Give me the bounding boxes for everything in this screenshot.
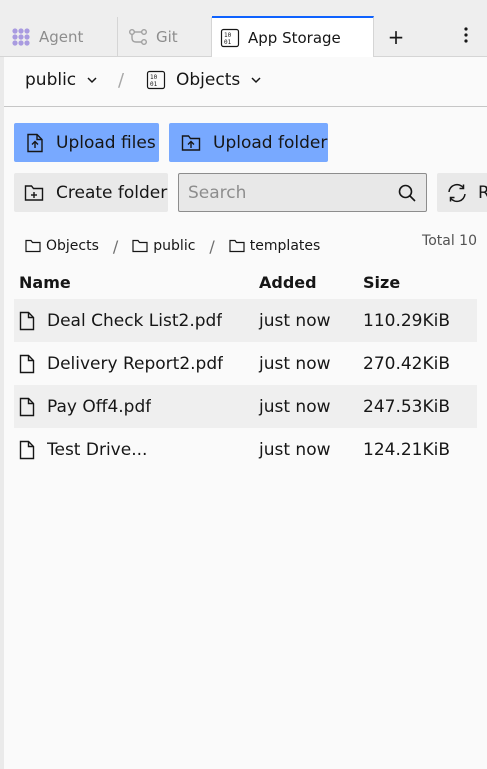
column-header-added[interactable]: Added bbox=[255, 273, 359, 292]
refresh-label: Refresh bbox=[478, 182, 487, 203]
file-name[interactable]: Delivery Report2.pdf bbox=[47, 354, 223, 374]
file-size: 110.29KiB bbox=[363, 310, 451, 331]
refresh-icon bbox=[446, 183, 468, 203]
document-icon bbox=[19, 397, 35, 417]
breadcrumb: Objects / public / templates bbox=[25, 236, 320, 256]
bucket-select-value: public bbox=[25, 70, 77, 90]
file-upload-icon bbox=[26, 133, 44, 153]
folder-icon bbox=[132, 239, 148, 253]
tab-bar: Agent Git 10 01 App Storage + bbox=[0, 0, 487, 57]
tab-agent[interactable]: Agent bbox=[0, 17, 118, 57]
table-row[interactable]: Delivery Report2.pdf just now 270.42KiB bbox=[14, 342, 477, 385]
breadcrumb-item-templates[interactable]: templates bbox=[229, 238, 321, 254]
header-separator: / bbox=[118, 70, 125, 91]
folder-icon bbox=[25, 239, 41, 253]
create-folder-label: Create folder bbox=[56, 182, 168, 203]
file-name[interactable]: Test Drive... bbox=[47, 440, 147, 460]
folder-upload-icon bbox=[181, 134, 201, 152]
upload-folder-button[interactable]: Upload folder bbox=[169, 123, 328, 162]
app-storage-panel: public / 10 01 Objects Upload files Uplo… bbox=[4, 57, 487, 769]
total-count: Total 10 bbox=[422, 233, 477, 249]
view-select-value: Objects bbox=[176, 70, 241, 90]
more-options-button[interactable] bbox=[448, 17, 484, 57]
breadcrumb-item-objects[interactable]: Objects bbox=[25, 238, 99, 254]
upload-files-button[interactable]: Upload files bbox=[14, 123, 159, 162]
breadcrumb-separator: / bbox=[209, 236, 215, 256]
breadcrumb-item-public[interactable]: public bbox=[132, 238, 195, 254]
table-row[interactable]: Test Drive... just now 124.21KiB bbox=[14, 428, 477, 471]
tab-git[interactable]: Git bbox=[118, 17, 212, 57]
file-name-cell: Delivery Report2.pdf bbox=[14, 354, 255, 374]
svg-text:01: 01 bbox=[150, 81, 158, 88]
breadcrumb-separator: / bbox=[112, 236, 119, 256]
refresh-button[interactable]: Refresh bbox=[437, 173, 487, 212]
table-row[interactable]: Pay Off4.pdf just now 247.53KiB bbox=[14, 385, 477, 428]
file-size: 124.21KiB bbox=[363, 439, 451, 460]
upload-files-label: Upload files bbox=[56, 132, 156, 153]
file-added: just now bbox=[259, 439, 331, 460]
document-icon bbox=[19, 354, 35, 374]
search-box bbox=[178, 173, 427, 212]
breadcrumb-label: Objects bbox=[46, 238, 99, 254]
table-row[interactable]: Deal Check List2.pdf just now 110.29KiB bbox=[14, 299, 477, 342]
search-input[interactable] bbox=[179, 182, 379, 203]
file-name-cell: Test Drive... bbox=[14, 440, 255, 460]
column-header-size[interactable]: Size bbox=[359, 273, 477, 292]
chevron-down-icon bbox=[250, 76, 262, 84]
storage-header: public / 10 01 Objects bbox=[4, 57, 487, 107]
git-icon bbox=[128, 27, 148, 47]
folder-add-icon bbox=[24, 184, 44, 202]
create-folder-button[interactable]: Create folder bbox=[14, 173, 168, 212]
folder-icon bbox=[229, 239, 245, 253]
column-header-name[interactable]: Name bbox=[14, 273, 255, 292]
file-name[interactable]: Pay Off4.pdf bbox=[47, 397, 151, 417]
plus-icon: + bbox=[387, 25, 405, 49]
binary-storage-icon: 10 01 bbox=[220, 28, 240, 48]
add-tab-button[interactable]: + bbox=[374, 17, 418, 57]
file-name-cell: Deal Check List2.pdf bbox=[14, 311, 255, 331]
upload-folder-label: Upload folder bbox=[213, 132, 328, 153]
tab-app-storage-label: App Storage bbox=[248, 28, 341, 47]
svg-text:10: 10 bbox=[150, 74, 158, 81]
breadcrumb-label: public bbox=[153, 238, 196, 254]
document-icon bbox=[19, 311, 35, 331]
tab-git-label: Git bbox=[156, 28, 178, 46]
file-added: just now bbox=[259, 310, 331, 331]
chevron-down-icon bbox=[86, 76, 98, 84]
table-header: Name Added Size bbox=[14, 265, 477, 299]
document-icon bbox=[19, 440, 35, 460]
tab-app-storage[interactable]: 10 01 App Storage bbox=[212, 16, 374, 57]
file-size: 247.53KiB bbox=[363, 396, 451, 417]
breadcrumb-label: templates bbox=[249, 238, 321, 254]
file-size: 270.42KiB bbox=[363, 353, 451, 374]
view-select[interactable]: 10 01 Objects bbox=[146, 70, 262, 90]
file-name[interactable]: Deal Check List2.pdf bbox=[47, 311, 222, 331]
tab-agent-label: Agent bbox=[39, 28, 84, 46]
binary-storage-icon: 10 01 bbox=[146, 70, 166, 90]
bucket-select[interactable]: public bbox=[25, 70, 98, 90]
objects-table: Name Added Size Deal Check List2.pdf jus… bbox=[14, 265, 477, 471]
file-added: just now bbox=[259, 353, 331, 374]
file-name-cell: Pay Off4.pdf bbox=[14, 397, 255, 417]
file-added: just now bbox=[259, 396, 331, 417]
overflow-menu-icon bbox=[464, 27, 468, 47]
svg-text:10: 10 bbox=[224, 32, 232, 39]
agent-icon bbox=[11, 27, 31, 47]
svg-text:01: 01 bbox=[224, 39, 232, 46]
search-icon[interactable] bbox=[397, 183, 417, 203]
